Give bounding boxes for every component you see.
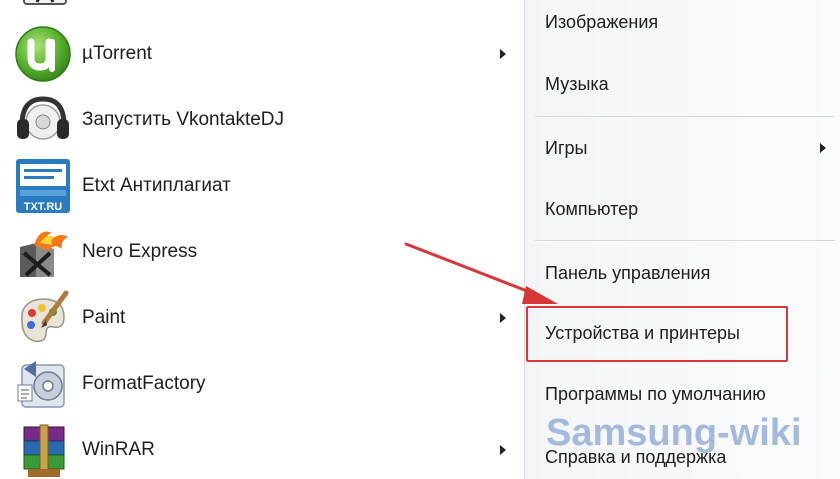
program-label: Etxt Антиплагиат xyxy=(82,175,231,196)
nero-express-icon xyxy=(14,223,72,281)
utorrent-icon xyxy=(14,25,72,83)
program-winrar[interactable]: WinRAR xyxy=(0,419,524,479)
program-utorrent[interactable]: µTorrent xyxy=(0,23,524,85)
etxt-icon-text: TXT.RU xyxy=(24,201,63,213)
program-label: Nero Express xyxy=(82,241,198,262)
start-menu-right-pane: Изображения Музыка Игры Компьютер Панель… xyxy=(524,0,840,479)
program-label: WinRAR xyxy=(82,439,155,460)
formatfactory-icon xyxy=(14,355,72,413)
menu-item-computer[interactable]: Компьютер xyxy=(545,199,638,220)
menu-item-default-programs[interactable]: Программы по умолчанию xyxy=(545,384,766,405)
program-etxt-antiplagiat[interactable]: TXT.RU Etxt Антиплагиат xyxy=(0,155,524,217)
partial-top-icon xyxy=(20,0,70,8)
menu-item-pictures[interactable]: Изображения xyxy=(545,12,658,33)
program-vkontaktedj[interactable]: Запустить VkontakteDJ xyxy=(0,89,524,151)
program-label: FormatFactory xyxy=(82,373,206,394)
games-submenu-arrow-icon xyxy=(820,143,826,153)
program-label: µTorrent xyxy=(82,43,153,64)
start-menu-screen: µTorrent Запустить VkontakteDJ TXT.RU Et… xyxy=(0,0,840,479)
paint-palette-icon xyxy=(14,289,72,347)
etxt-antiplagiat-icon: TXT.RU xyxy=(14,157,72,215)
program-label: Paint xyxy=(82,307,126,328)
submenu-arrow-icon xyxy=(500,49,506,59)
watermark: Samsung-wiki xyxy=(546,412,802,454)
menu-item-music[interactable]: Музыка xyxy=(545,74,609,95)
vkontaktedj-headphones-icon xyxy=(14,91,72,149)
menu-divider xyxy=(535,240,835,242)
menu-divider xyxy=(535,116,835,118)
red-pointer-arrow xyxy=(400,238,570,318)
program-label: Запустить VkontakteDJ xyxy=(82,109,285,130)
menu-item-games[interactable]: Игры xyxy=(545,138,587,159)
submenu-arrow-icon xyxy=(500,445,506,455)
winrar-books-icon xyxy=(14,421,72,479)
program-formatfactory[interactable]: FormatFactory xyxy=(0,353,524,415)
